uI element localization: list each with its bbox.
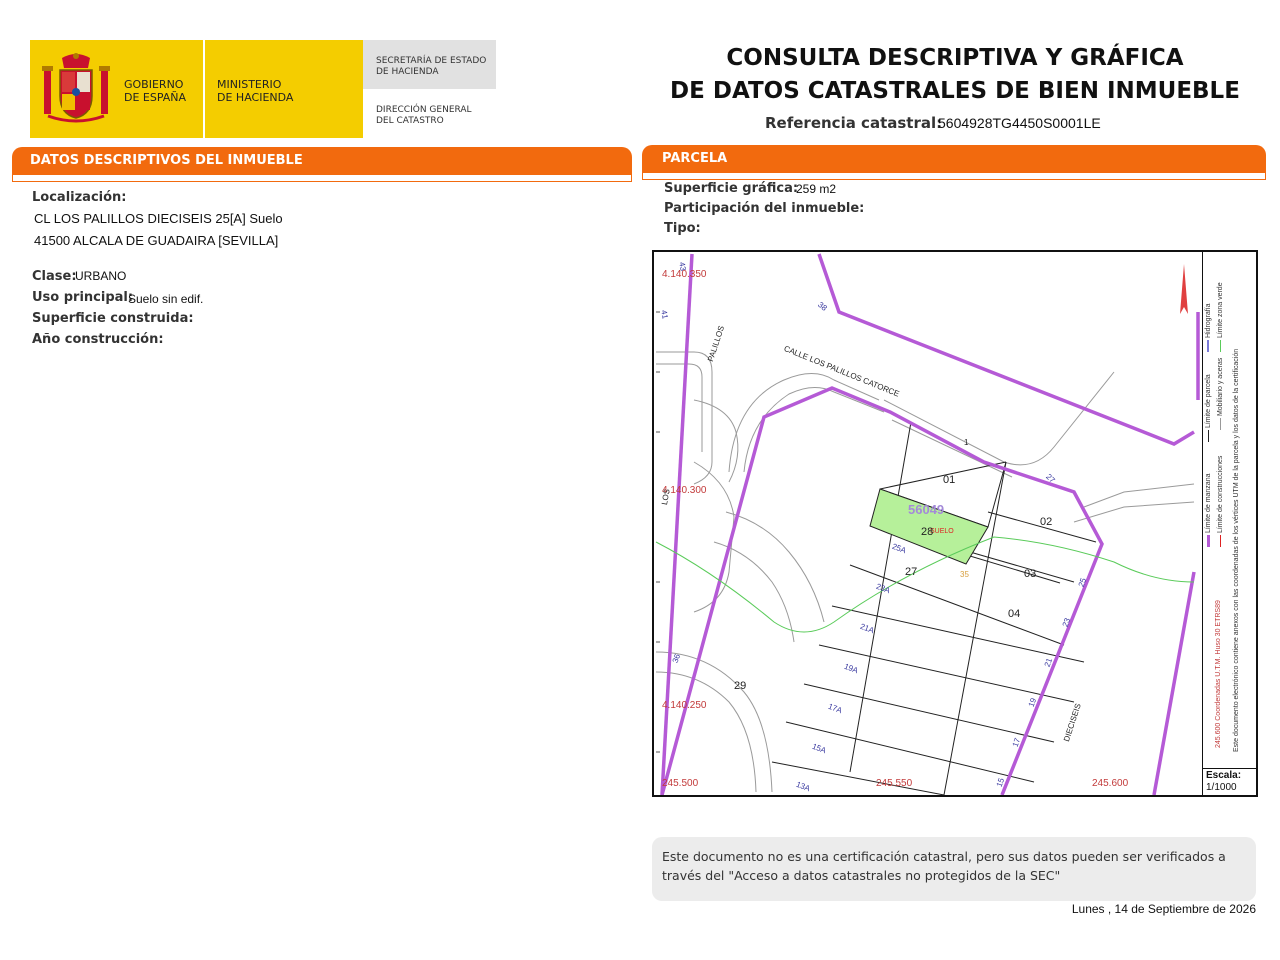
verification-note: Este documento no es una certificación c…: [652, 837, 1256, 901]
legend-manzana-swatch: [1206, 535, 1210, 547]
lot-02: 02: [1040, 516, 1053, 528]
escala-label: Escala:: [1206, 770, 1242, 781]
localizacion-line2: 41500 ALCALA DE GUADAIRA [SEVILLA]: [34, 233, 279, 248]
lot-01: 01: [943, 474, 956, 486]
uso-value: Suelo sin edif.: [128, 292, 204, 306]
legend-hidrografia-swatch: [1207, 340, 1210, 352]
lot-04: 04: [1008, 608, 1021, 620]
coord-x-245600: 245.600: [1092, 778, 1129, 789]
uso-label: Uso principal:: [32, 290, 134, 305]
datos-section-title: DATOS DESCRIPTIVOS DEL INMUEBLE: [30, 153, 303, 168]
sup-construida-label: Superficie construida:: [32, 311, 194, 326]
num-41: 41: [659, 309, 670, 320]
escala-value: 1/1000: [1206, 782, 1237, 793]
legend-mobiliario-swatch: [1219, 418, 1221, 430]
localizacion-line1: CL LOS PALILLOS DIECISEIS 25[A] Suelo: [34, 211, 283, 226]
map-legend: Límite de manzana Límite de parcela Hidr…: [1202, 252, 1256, 795]
suelo-label: SUELO: [930, 528, 954, 535]
ref-label: Referencia catastral:: [765, 114, 943, 132]
legend-parcela-swatch: [1207, 430, 1209, 442]
lot-27: 27: [905, 566, 918, 578]
lot-28: 28: [921, 526, 934, 538]
secretaria-label: SECRETARÍA DE ESTADO DE HACIENDA: [376, 56, 487, 77]
legend-zona-verde-swatch: [1219, 340, 1221, 352]
parcela-section-bar: PARCELA: [642, 145, 1266, 173]
sup-grafica-value: 259 m2: [796, 182, 837, 196]
cadastral-map: 4.140.350 4.140.300 4.140.250 245.500 24…: [652, 250, 1258, 797]
datos-section-bar: DATOS DESCRIPTIVOS DEL INMUEBLE: [12, 147, 632, 175]
legend-coords-note: 245.600 Coordenadas U.T.M. Huso 30 ETRS8…: [1215, 600, 1222, 748]
coord-x-245500: 245.500: [662, 778, 699, 789]
parcela-section-title: PARCELA: [662, 151, 728, 166]
map-drawing: [655, 253, 1200, 795]
page-title: CONSULTA DESCRIPTIVA Y GRÁFICA DE DATOS …: [670, 45, 1240, 104]
parcel-ref-label: 56049: [908, 502, 945, 517]
north-arrow-icon: [1180, 264, 1188, 314]
coat-of-arms-icon: [42, 53, 110, 123]
localizacion-label: Localización:: [32, 190, 127, 205]
logo-divider: [203, 40, 205, 138]
datos-bar-edge: [12, 175, 632, 182]
clase-label: Clase:: [32, 269, 77, 284]
ref-value: 5604928TG4450S0001LE: [938, 115, 1101, 131]
tipo-label: Tipo:: [664, 221, 701, 236]
ministerio-label: MINISTERIO DE HACIENDA: [217, 78, 294, 104]
legend-zona-verde: Límite zona verde: [1217, 262, 1224, 352]
num-43: 43: [677, 261, 688, 272]
num-1: 1: [964, 438, 969, 447]
direccion-label: DIRECCIÓN GENERAL DEL CATASTRO: [376, 105, 472, 126]
lot-29: 29: [734, 680, 747, 692]
coord-y-4140250: 4.140.250: [662, 700, 707, 711]
escala-box: Escala: 1/1000: [1203, 768, 1256, 795]
legend-hidrografia: Hidrografía: [1205, 272, 1212, 352]
participacion-label: Participación del inmueble:: [664, 201, 865, 216]
document-date: Lunes , 14 de Septiembre de 2026: [1071, 902, 1256, 916]
lot-03: 03: [1024, 568, 1037, 580]
legend-vertices-note: Este documento electrónico contiene anex…: [1233, 348, 1240, 752]
num-35: 35: [960, 570, 969, 579]
gobierno-label: GOBIERNO DE ESPAÑA: [124, 78, 187, 104]
anio-label: Año construcción:: [32, 332, 164, 347]
parcela-bar-edge: [642, 173, 1266, 180]
coord-x-245550: 245.550: [876, 778, 913, 789]
sup-grafica-label: Superficie gráfica:: [664, 181, 799, 196]
clase-value: URBANO: [75, 269, 127, 283]
